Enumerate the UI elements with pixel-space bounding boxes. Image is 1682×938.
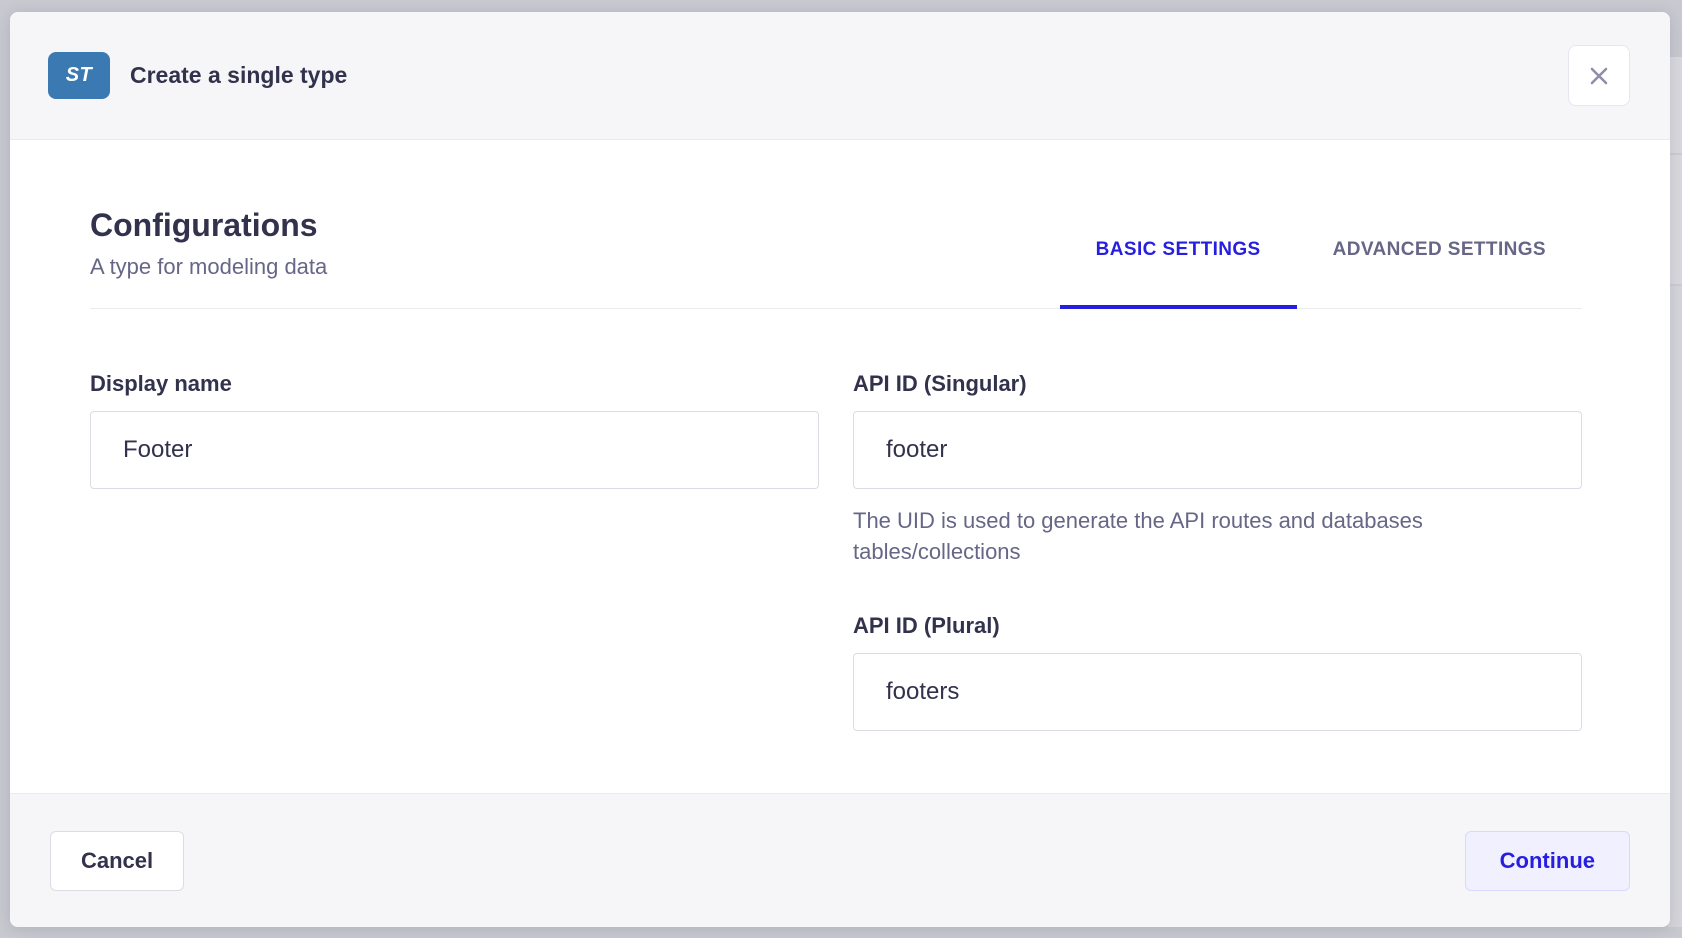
- api-id-singular-input[interactable]: [853, 411, 1582, 489]
- configurations-titles: Configurations A type for modeling data: [90, 206, 327, 308]
- tab-advanced-settings[interactable]: ADVANCED SETTINGS: [1297, 239, 1582, 309]
- close-button[interactable]: [1568, 45, 1630, 106]
- background-page-edge: [1668, 57, 1682, 927]
- configurations-header: Configurations A type for modeling data …: [90, 206, 1582, 309]
- modal-body: Configurations A type for modeling data …: [10, 140, 1670, 793]
- api-id-singular-label: API ID (Singular): [853, 371, 1582, 397]
- continue-button[interactable]: Continue: [1465, 831, 1630, 891]
- single-type-badge-label: ST: [66, 64, 93, 87]
- api-id-plural-label: API ID (Plural): [853, 613, 1582, 639]
- section-heading: Configurations: [90, 206, 327, 244]
- display-name-label: Display name: [90, 371, 819, 397]
- single-type-badge-icon: ST: [48, 52, 110, 99]
- modal-title: Create a single type: [130, 62, 347, 89]
- tab-basic-settings[interactable]: BASIC SETTINGS: [1060, 239, 1297, 309]
- section-subheading: A type for modeling data: [90, 254, 327, 280]
- close-icon: [1586, 63, 1612, 89]
- configurations-form: Display name API ID (Singular) The UID i…: [90, 371, 1582, 731]
- modal-footer: Cancel Continue: [10, 793, 1670, 927]
- display-name-field: Display name: [90, 371, 819, 731]
- create-single-type-modal: ST Create a single type Configurations A…: [10, 12, 1670, 927]
- api-id-plural-input[interactable]: [853, 653, 1582, 731]
- api-id-helper-text: The UID is used to generate the API rout…: [853, 505, 1533, 567]
- cancel-button[interactable]: Cancel: [50, 831, 184, 891]
- screen-backdrop: ST Create a single type Configurations A…: [0, 0, 1682, 938]
- settings-tabs: BASIC SETTINGS ADVANCED SETTINGS: [1060, 239, 1582, 309]
- api-id-fields: API ID (Singular) The UID is used to gen…: [853, 371, 1582, 731]
- modal-header: ST Create a single type: [10, 12, 1670, 140]
- display-name-input[interactable]: [90, 411, 819, 489]
